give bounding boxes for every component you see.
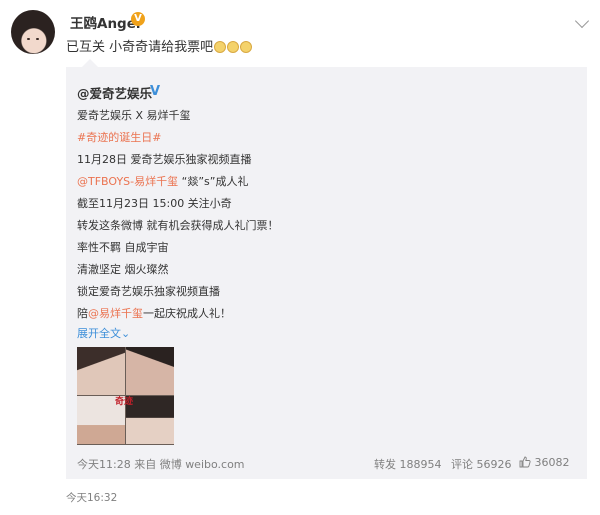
emoji-icon xyxy=(227,41,240,53)
repost-count-button[interactable]: 转发 188954 xyxy=(374,456,442,472)
thumbs-up-icon xyxy=(519,456,535,469)
emoji-icon xyxy=(214,41,227,53)
expand-full-text-link[interactable]: 展开全文⌄ xyxy=(77,325,130,341)
repost-line-mention: @TFBOYS-易烊千玺 “燚”s”成人礼 xyxy=(77,173,248,189)
like-button[interactable]: 36082 xyxy=(519,456,570,469)
mention-suffix: “燚”s”成人礼 xyxy=(178,175,249,188)
post-text-content: 已互关 小奇奇请给我票吧 xyxy=(66,40,214,55)
repost-author-link[interactable]: @爱奇艺娱乐 xyxy=(77,83,152,102)
image-caption-text: 奇迹 xyxy=(115,397,134,407)
repost-time-source: 今天11:28 来自 微博 weibo.com xyxy=(77,458,245,471)
username-link[interactable]: 王鸥Angel xyxy=(70,12,141,32)
chevron-down-icon[interactable] xyxy=(574,13,590,29)
repost-line-slogan-1: 率性不羁 自成宇宙 xyxy=(77,241,169,254)
mention-link[interactable]: @TFBOYS-易烊千玺 xyxy=(77,175,178,188)
repost-line-prize: 转发这条微博 就有机会获得成人礼门票！ xyxy=(77,219,279,232)
verified-badge-icon: V xyxy=(131,12,145,26)
celebrate-prefix: 陪 xyxy=(77,307,88,320)
verified-v-icon: V xyxy=(150,84,161,99)
repost-card: @爱奇艺娱乐 V 爱奇艺娱乐 X 易烊千玺 #奇迹的诞生日# 11月28日 爱奇… xyxy=(66,59,587,479)
post-timestamp[interactable]: 今天16:32 xyxy=(66,490,117,505)
post-image[interactable]: 奇迹 xyxy=(77,347,174,445)
repost-line-lock: 锁定爱奇艺娱乐独家视频直播 xyxy=(77,285,220,298)
emoji-icon xyxy=(240,41,253,53)
hashtag-link[interactable]: #奇迹的诞生日# xyxy=(77,129,161,145)
expand-full-text-label: 展开全文 xyxy=(77,327,121,340)
repost-caret xyxy=(82,59,98,67)
post-text: 已互关 小奇奇请给我票吧 xyxy=(66,36,253,55)
mention-link[interactable]: @易烊千玺 xyxy=(88,307,143,320)
repost-line-slogan-2: 清澈坚定 烟火璨然 xyxy=(77,263,169,276)
repost-line-celebrate: 陪@易烊千玺一起庆祝成人礼！ xyxy=(77,305,231,321)
avatar[interactable] xyxy=(11,10,55,54)
repost-line-collab: 爱奇艺娱乐 X 易烊千玺 xyxy=(77,109,191,122)
celebrate-suffix: 一起庆祝成人礼！ xyxy=(143,307,231,320)
like-count: 36082 xyxy=(534,456,570,469)
comment-count-button[interactable]: 评论 56926 xyxy=(451,456,512,472)
repost-line-deadline: 截至11月23日 15:00 关注小奇 xyxy=(77,197,232,210)
repost-line-date: 11月28日 爱奇艺娱乐独家视频直播 xyxy=(77,153,252,166)
chevron-down-icon: ⌄ xyxy=(121,327,131,340)
